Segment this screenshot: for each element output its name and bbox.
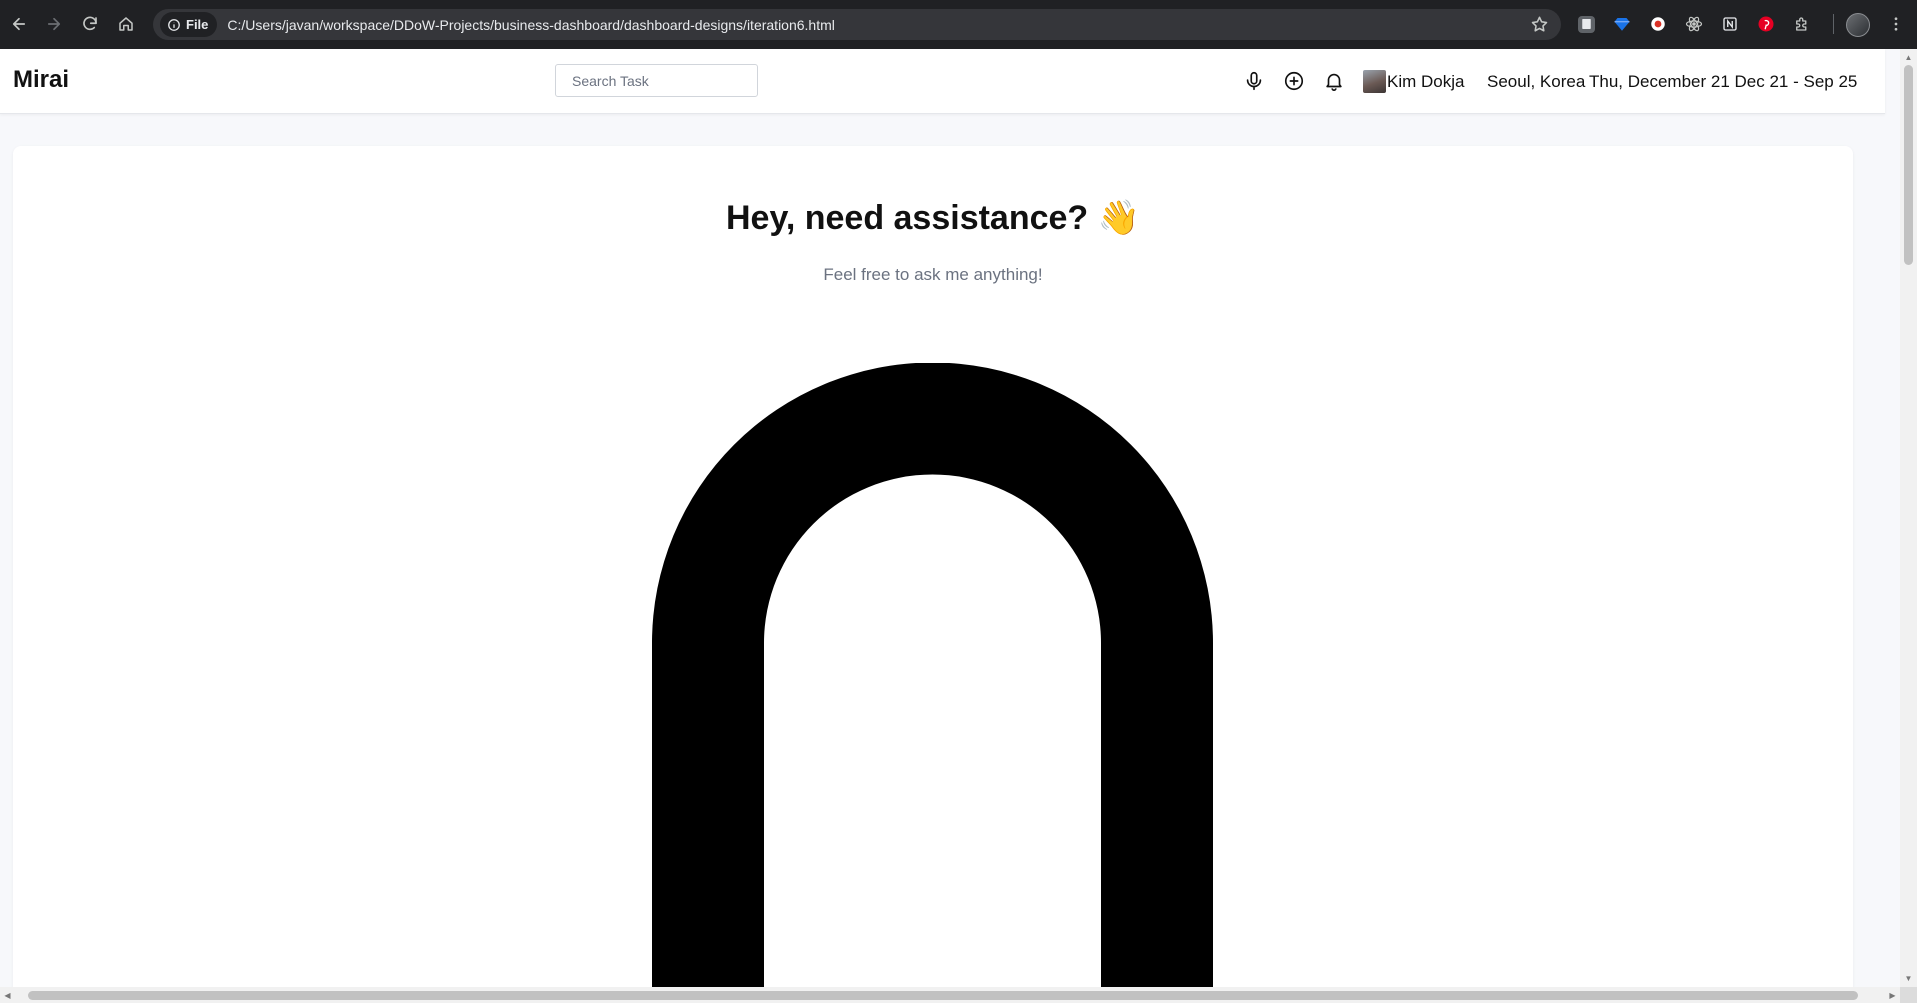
hero-subtitle: Feel free to ask me anything! bbox=[823, 265, 1043, 284]
user-avatar[interactable] bbox=[1363, 70, 1386, 93]
atom-icon bbox=[1685, 16, 1703, 32]
arch-illustration bbox=[652, 363, 1213, 987]
reload-button[interactable] bbox=[72, 6, 108, 42]
microphone-icon bbox=[1246, 71, 1262, 91]
scroll-right-icon[interactable]: ▶ bbox=[1888, 991, 1897, 1000]
arrow-right-icon bbox=[47, 17, 61, 31]
reload-icon bbox=[83, 16, 97, 31]
url-text[interactable]: C:/Users/javan/workspace/DDoW-Projects/b… bbox=[227, 17, 834, 33]
home-button[interactable] bbox=[108, 6, 144, 42]
extension-react[interactable] bbox=[1682, 12, 1706, 36]
extensions-area bbox=[1575, 12, 1814, 36]
plus-circle-icon bbox=[1284, 71, 1304, 91]
user-name[interactable]: Kim Dokja bbox=[1387, 72, 1464, 92]
address-bar[interactable]: File C:/Users/javan/workspace/DDoW-Proje… bbox=[153, 9, 1561, 40]
brand-logo[interactable]: Mirai bbox=[13, 66, 69, 94]
browser-toolbar: File C:/Users/javan/workspace/DDoW-Proje… bbox=[0, 0, 1917, 49]
puzzle-icon bbox=[1796, 17, 1807, 31]
page-title: Hey, need assistance? 👋 bbox=[13, 198, 1853, 238]
bell-icon bbox=[1326, 73, 1342, 91]
extension-translate[interactable] bbox=[1578, 15, 1595, 33]
extension-pinterest[interactable] bbox=[1754, 12, 1778, 36]
kebab-menu-icon bbox=[1894, 17, 1898, 31]
assistant-card: Hey, need assistance? 👋 Feel free to ask… bbox=[13, 146, 1853, 987]
scroll-left-icon[interactable]: ◀ bbox=[3, 991, 12, 1000]
forward-button[interactable] bbox=[36, 6, 72, 42]
extension-record[interactable] bbox=[1646, 12, 1670, 36]
extension-notion[interactable] bbox=[1718, 12, 1742, 36]
browser-menu-button[interactable] bbox=[1884, 12, 1908, 36]
waving-hand-icon: 👋 bbox=[1097, 199, 1140, 237]
profile-avatar[interactable] bbox=[1846, 13, 1870, 37]
date-range[interactable]: Thu, December 21 Dec 21 - Sep 25 bbox=[1589, 72, 1857, 92]
vertical-scroll-thumb[interactable] bbox=[1904, 65, 1913, 265]
hero-title-text: Hey, need assistance? bbox=[725, 199, 1089, 237]
horizontal-scroll-thumb[interactable] bbox=[28, 991, 1858, 1000]
add-button[interactable] bbox=[1282, 69, 1306, 93]
extensions-menu[interactable] bbox=[1790, 12, 1814, 36]
mic-button[interactable] bbox=[1242, 69, 1266, 93]
vertical-scrollbar[interactable]: ▲ ▼ bbox=[1900, 49, 1917, 987]
toolbar-divider bbox=[1833, 14, 1834, 34]
home-icon bbox=[119, 17, 133, 31]
bookmark-star-icon[interactable] bbox=[1530, 15, 1549, 34]
page-viewport: Mirai Kim Dokja Seoul, Korea Thu, Decemb… bbox=[0, 49, 1900, 987]
info-icon bbox=[168, 18, 180, 31]
notifications-button[interactable] bbox=[1322, 69, 1346, 93]
extension-gem[interactable] bbox=[1610, 12, 1634, 36]
app-header: Mirai Kim Dokja Seoul, Korea Thu, Decemb… bbox=[0, 49, 1885, 114]
user-location: Seoul, Korea bbox=[1487, 72, 1586, 91]
search-input[interactable] bbox=[555, 64, 758, 97]
site-info-chip[interactable]: File bbox=[160, 12, 218, 37]
arrow-left-icon bbox=[12, 17, 26, 31]
scroll-up-icon[interactable]: ▲ bbox=[1904, 53, 1913, 62]
notion-icon bbox=[1723, 17, 1737, 31]
horizontal-scrollbar[interactable]: ◀ ▶ bbox=[0, 987, 1900, 1003]
translate-icon bbox=[1582, 19, 1591, 29]
record-icon bbox=[1651, 17, 1665, 31]
site-info-label: File bbox=[186, 17, 209, 32]
back-button[interactable] bbox=[1, 6, 37, 42]
scroll-corner bbox=[1900, 987, 1917, 1003]
pinterest-icon bbox=[1758, 16, 1774, 32]
gem-icon bbox=[1614, 18, 1630, 31]
scroll-down-icon[interactable]: ▼ bbox=[1904, 974, 1913, 983]
